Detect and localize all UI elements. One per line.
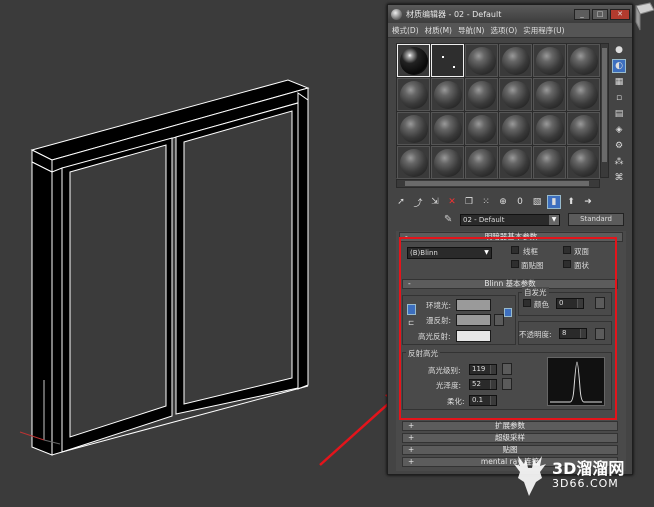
material-name-field[interactable]: 02 - Default ▼: [460, 213, 560, 226]
sample-slot[interactable]: [465, 44, 498, 77]
menu-bar: 模式(D) 材质(M) 导航(N) 选项(O) 实用程序(U): [388, 23, 632, 38]
sample-slot[interactable]: [465, 78, 498, 111]
menu-navigation[interactable]: 导航(N): [458, 25, 484, 36]
sample-slot[interactable]: [533, 112, 566, 145]
sample-slot[interactable]: [431, 78, 464, 111]
make-unique-icon[interactable]: ⁙: [479, 195, 493, 209]
sample-slot[interactable]: [397, 44, 430, 77]
minimize-button[interactable]: _: [574, 8, 590, 20]
show-end-result-icon[interactable]: ▮: [547, 195, 561, 209]
checker-icon[interactable]: ▦: [612, 75, 626, 89]
menu-mode[interactable]: 模式(D): [392, 25, 419, 36]
sample-slot[interactable]: [567, 78, 600, 111]
material-toolbar: ➚ ⤴ ⇲ ✕ ❐ ⁙ ⊕ 0 ▧ ▮ ⬆ ➜: [394, 195, 595, 209]
material-id-channel-icon[interactable]: 0: [513, 195, 527, 209]
sample-slot[interactable]: [465, 146, 498, 179]
show-map-icon[interactable]: ▧: [530, 195, 544, 209]
options-icon[interactable]: ⚙: [612, 139, 626, 153]
chevron-down-icon[interactable]: ▼: [549, 214, 559, 225]
sample-slot[interactable]: [533, 78, 566, 111]
put-to-scene-icon[interactable]: ⤴: [411, 195, 425, 209]
sample-slot[interactable]: [567, 44, 600, 77]
sample-slot-selected[interactable]: [431, 44, 464, 77]
sample-slot[interactable]: [431, 112, 464, 145]
menu-utilities[interactable]: 实用程序(U): [523, 25, 564, 36]
put-to-library-icon[interactable]: ⊕: [496, 195, 510, 209]
sample-slot[interactable]: [499, 112, 532, 145]
sample-slot[interactable]: [567, 146, 600, 179]
sample-horizontal-scrollbar[interactable]: [396, 179, 600, 188]
supersampling-rollout[interactable]: + 超级采样: [402, 433, 618, 443]
watermark-title: 3D溜溜网: [552, 459, 625, 478]
watermark-logo: 3D溜溜网 3D66.COM: [510, 447, 650, 503]
sample-slot[interactable]: [397, 146, 430, 179]
sphere-icon[interactable]: ●: [612, 43, 626, 57]
title-bar[interactable]: 材质编辑器 - 02 - Default _ □ ✕: [388, 5, 632, 23]
sample-slot[interactable]: [499, 78, 532, 111]
material-editor-icon: [391, 8, 402, 20]
go-to-parent-icon[interactable]: ⬆: [564, 195, 578, 209]
material-navigator-icon[interactable]: ⌘: [612, 171, 626, 185]
material-name-row: ✎ 02 - Default ▼ Standard: [444, 213, 624, 226]
uv-tiling-icon[interactable]: ▫: [612, 91, 626, 105]
maximize-button[interactable]: □: [592, 8, 608, 20]
watermark-url: 3D66.COM: [552, 477, 619, 490]
reset-icon[interactable]: ✕: [445, 195, 459, 209]
menu-options[interactable]: 选项(O): [490, 25, 517, 36]
sample-vertical-scrollbar[interactable]: [600, 43, 609, 178]
sample-slot[interactable]: [465, 112, 498, 145]
video-color-check-icon[interactable]: ▤: [612, 107, 626, 121]
eyedropper-icon[interactable]: ✎: [444, 214, 456, 226]
sample-slot[interactable]: [397, 78, 430, 111]
close-button[interactable]: ✕: [610, 8, 630, 20]
make-preview-icon[interactable]: ◈: [612, 123, 626, 137]
select-by-material-icon[interactable]: ⁂: [612, 155, 626, 169]
menu-material[interactable]: 材质(M): [425, 25, 452, 36]
extended-params-rollout[interactable]: + 扩展参数: [402, 421, 618, 431]
sample-slot[interactable]: [397, 112, 430, 145]
sample-slot[interactable]: [533, 146, 566, 179]
sample-slot[interactable]: [499, 44, 532, 77]
backlight-icon[interactable]: ◐: [612, 59, 626, 73]
sample-side-toolbar: ● ◐ ▦ ▫ ▤ ◈ ⚙ ⁂ ⌘: [612, 43, 630, 185]
copy-material-icon[interactable]: ❐: [462, 195, 476, 209]
sample-slots-grid: [396, 43, 600, 179]
assign-to-selection-icon[interactable]: ⇲: [428, 195, 442, 209]
go-forward-icon[interactable]: ➜: [581, 195, 595, 209]
sample-slot[interactable]: [533, 44, 566, 77]
window-title: 材质编辑器 - 02 - Default: [406, 9, 502, 19]
highlight-annotation-box: [399, 237, 617, 420]
deer-logo-icon: [514, 456, 546, 496]
sample-slot[interactable]: [499, 146, 532, 179]
get-material-icon[interactable]: ➚: [394, 195, 408, 209]
material-type-button[interactable]: Standard: [568, 213, 624, 226]
sample-slot[interactable]: [431, 146, 464, 179]
sample-slot[interactable]: [567, 112, 600, 145]
